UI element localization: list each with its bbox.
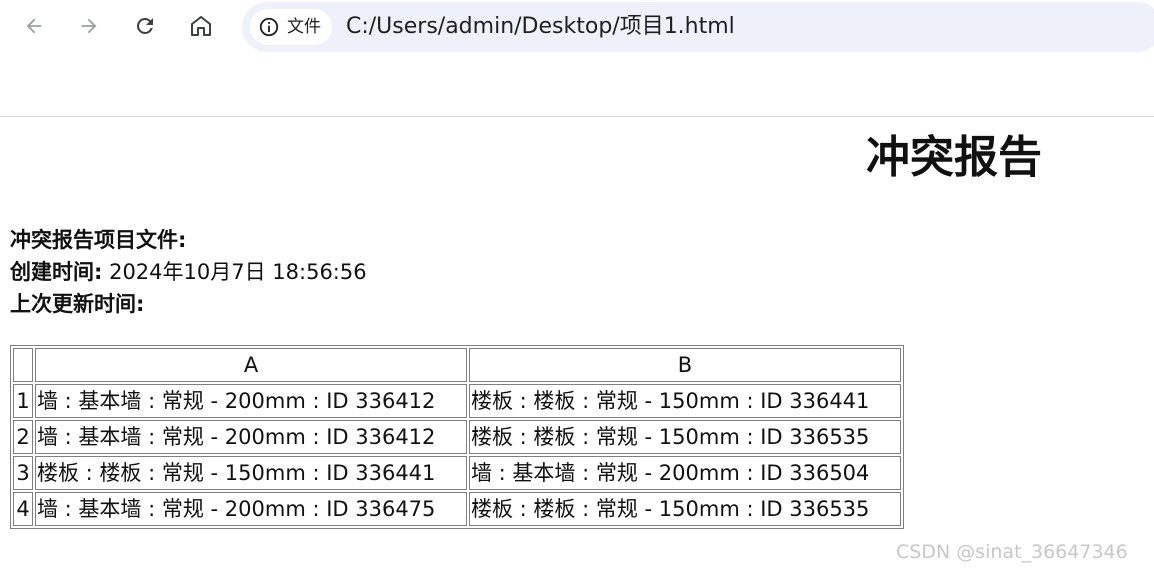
back-button[interactable] [16, 8, 52, 44]
home-button[interactable] [183, 8, 219, 44]
info-icon [258, 16, 280, 38]
row-index: 3 [13, 456, 33, 490]
site-chip-label: 文件 [287, 17, 321, 37]
table-header-row: A B [13, 348, 901, 382]
arrow-left-icon [23, 15, 45, 37]
table-row: 1 墙 : 基本墙 : 常规 - 200mm : ID 336412 楼板 : … [13, 384, 901, 418]
header-index [13, 348, 33, 382]
report-meta: 冲突报告项目文件: 创建时间: 2024年10月7日 18:56:56 上次更新… [10, 224, 367, 320]
row-element-a: 墙 : 基本墙 : 常规 - 200mm : ID 336412 [35, 384, 467, 418]
project-file-line: 冲突报告项目文件: [10, 224, 367, 256]
header-b: B [469, 348, 901, 382]
table-row: 3 楼板 : 楼板 : 常规 - 150mm : ID 336441 墙 : 基… [13, 456, 901, 490]
forward-button[interactable] [71, 8, 107, 44]
project-file-label: 冲突报告项目文件: [10, 228, 187, 252]
row-element-a: 墙 : 基本墙 : 常规 - 200mm : ID 336412 [35, 420, 467, 454]
watermark: CSDN @sinat_36647346 [896, 541, 1128, 563]
row-element-b: 楼板 : 楼板 : 常规 - 150mm : ID 336441 [469, 384, 901, 418]
updated-time-label: 上次更新时间: [10, 292, 145, 316]
arrow-right-icon [78, 15, 100, 37]
row-element-b: 楼板 : 楼板 : 常规 - 150mm : ID 336535 [469, 420, 901, 454]
row-element-b: 楼板 : 楼板 : 常规 - 150mm : ID 336535 [469, 492, 901, 526]
site-info-chip[interactable]: 文件 [250, 9, 332, 45]
url-text[interactable]: C:/Users/admin/Desktop/项目1.html [346, 2, 735, 52]
row-element-b: 墙 : 基本墙 : 常规 - 200mm : ID 336504 [469, 456, 901, 490]
address-bar[interactable]: 文件 C:/Users/admin/Desktop/项目1.html [242, 2, 1154, 52]
row-index: 2 [13, 420, 33, 454]
header-a: A [35, 348, 467, 382]
home-icon [189, 14, 213, 38]
reload-icon [133, 14, 157, 38]
reload-button[interactable] [127, 8, 163, 44]
clash-table: A B 1 墙 : 基本墙 : 常规 - 200mm : ID 336412 楼… [10, 345, 904, 529]
table-row: 4 墙 : 基本墙 : 常规 - 200mm : ID 336475 楼板 : … [13, 492, 901, 526]
created-time-label: 创建时间: [10, 260, 103, 284]
table-row: 2 墙 : 基本墙 : 常规 - 200mm : ID 336412 楼板 : … [13, 420, 901, 454]
row-index: 4 [13, 492, 33, 526]
page-title: 冲突报告 [866, 132, 1042, 183]
row-element-a: 墙 : 基本墙 : 常规 - 200mm : ID 336475 [35, 492, 467, 526]
row-index: 1 [13, 384, 33, 418]
created-time-value: 2024年10月7日 18:56:56 [102, 260, 367, 284]
updated-time-line: 上次更新时间: [10, 288, 367, 320]
browser-toolbar: 文件 C:/Users/admin/Desktop/项目1.html [0, 0, 1154, 117]
created-time-line: 创建时间: 2024年10月7日 18:56:56 [10, 256, 367, 288]
row-element-a: 楼板 : 楼板 : 常规 - 150mm : ID 336441 [35, 456, 467, 490]
